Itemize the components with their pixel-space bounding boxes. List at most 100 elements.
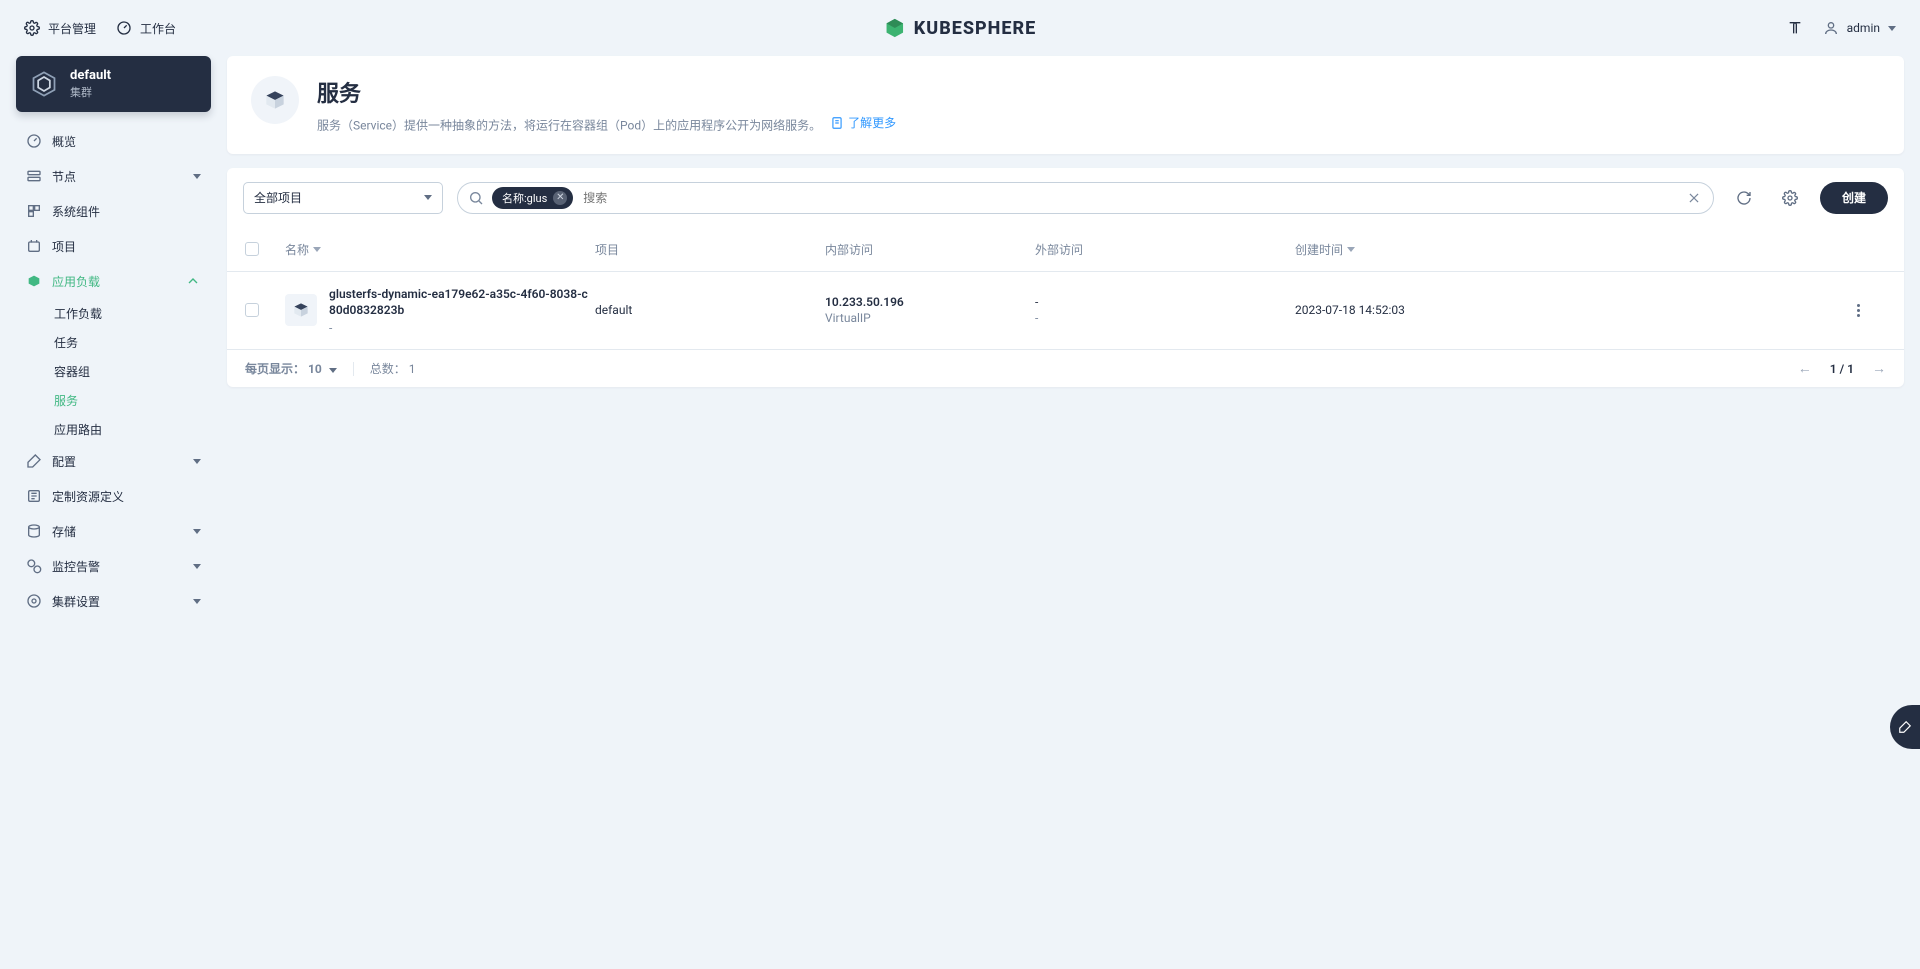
row-ip: 10.233.50.196: [825, 295, 1035, 309]
th-internal-label: 内部访问: [825, 241, 873, 258]
th-created[interactable]: 创建时间: [1295, 241, 1846, 258]
cluster-card[interactable]: default 集群: [16, 56, 211, 112]
nav-workloads[interactable]: 应用负载: [16, 264, 211, 299]
user-menu[interactable]: admin: [1823, 20, 1896, 36]
nav-components-label: 系统组件: [52, 203, 100, 220]
remove-chip-button[interactable]: ✕: [553, 191, 567, 205]
nav-sub-deployments[interactable]: 工作负载: [44, 299, 211, 328]
table-row[interactable]: glusterfs-dynamic-ea179e62-a35c-4f60-803…: [227, 272, 1904, 351]
total-count: 总数： 1: [370, 360, 416, 377]
config-icon: [26, 453, 42, 469]
refresh-icon: [1736, 190, 1752, 206]
pencil-icon: [1898, 720, 1912, 734]
kubesphere-logo-icon: [884, 17, 906, 39]
row-checkbox[interactable]: [245, 303, 259, 317]
settings-icon: [26, 593, 42, 609]
platform-management-label: 平台管理: [48, 20, 96, 37]
monitoring-icon: [26, 558, 42, 574]
row-external1: -: [1035, 295, 1295, 309]
nav-sub-services[interactable]: 服务: [44, 386, 211, 415]
divider: [353, 362, 354, 376]
gear-icon: [1782, 190, 1798, 206]
floating-edit-button[interactable]: [1890, 705, 1920, 749]
project-select-label: 全部项目: [254, 189, 302, 206]
prev-page-button[interactable]: ←: [1798, 360, 1812, 377]
clear-search-button[interactable]: [1685, 189, 1703, 207]
select-all-checkbox[interactable]: [245, 242, 259, 256]
th-created-label: 创建时间: [1295, 241, 1343, 258]
docs-button[interactable]: [1787, 20, 1803, 36]
total-label: 总数：: [370, 362, 406, 376]
table-card: 全部项目 名称:glus ✕: [227, 168, 1904, 388]
search-chip-label: 名称:glus: [502, 190, 547, 206]
per-page-value: 10: [308, 362, 322, 376]
th-name[interactable]: 名称: [285, 241, 595, 258]
sidebar-nav: 概览 节点 系统组件 项目 应用负载 工作负载 任务: [16, 124, 211, 619]
nav-storage[interactable]: 存储: [16, 514, 211, 549]
total-value: 1: [409, 362, 416, 376]
user-icon: [1823, 20, 1839, 36]
nav-sub-jobs[interactable]: 任务: [44, 328, 211, 357]
row-actions-button[interactable]: [1846, 298, 1870, 322]
search-input[interactable]: [581, 190, 1673, 206]
nav-config-label: 配置: [52, 453, 76, 470]
nav-config[interactable]: 配置: [16, 444, 211, 479]
platform-management-link[interactable]: 平台管理: [24, 20, 96, 37]
nav-crd-label: 定制资源定义: [52, 488, 124, 505]
page-description-text: 服务（Service）提供一种抽象的方法，将运行在容器组（Pod）上的应用程序公…: [317, 119, 821, 133]
search-box[interactable]: 名称:glus ✕: [457, 182, 1714, 214]
workbench-label: 工作台: [140, 20, 176, 37]
settings-columns-button[interactable]: [1774, 182, 1806, 214]
storage-icon: [26, 523, 42, 539]
nav-cluster-settings-label: 集群设置: [52, 593, 100, 610]
refresh-button[interactable]: [1728, 182, 1760, 214]
learn-more-label: 了解更多: [848, 114, 896, 131]
nav-sub-routes[interactable]: 应用路由: [44, 415, 211, 444]
dashboard-icon: [116, 20, 132, 36]
th-project-label: 项目: [595, 241, 619, 258]
nav-monitoring[interactable]: 监控告警: [16, 549, 211, 584]
project-select[interactable]: 全部项目: [243, 182, 443, 214]
sort-icon: [1347, 247, 1355, 252]
chevron-down-icon: [329, 368, 337, 373]
th-external: 外部访问: [1035, 241, 1295, 258]
close-icon: [1687, 191, 1701, 205]
nav-monitoring-label: 监控告警: [52, 558, 100, 575]
workbench-link[interactable]: 工作台: [116, 20, 176, 37]
search-chip: 名称:glus ✕: [492, 187, 573, 209]
book-icon: [1787, 20, 1803, 36]
cluster-icon: [30, 70, 58, 98]
gear-icon: [24, 20, 40, 36]
service-icon: [262, 87, 288, 113]
chevron-down-icon: [193, 599, 201, 604]
th-project: 项目: [595, 241, 825, 258]
nav-overview-label: 概览: [52, 133, 76, 150]
next-page-button[interactable]: →: [1872, 360, 1886, 377]
chevron-up-icon: [185, 273, 201, 289]
overview-icon: [26, 133, 42, 149]
nav-nodes[interactable]: 节点: [16, 159, 211, 194]
per-page[interactable]: 每页显示： 10: [245, 360, 337, 377]
table-footer: 每页显示： 10 总数： 1 ← 1 / 1 →: [227, 350, 1904, 387]
workloads-icon: [26, 273, 42, 289]
projects-icon: [26, 238, 42, 254]
brand-text: KUBESPHERE: [914, 18, 1036, 39]
nav-overview[interactable]: 概览: [16, 124, 211, 159]
learn-more-link[interactable]: 了解更多: [830, 114, 896, 131]
create-button[interactable]: 创建: [1820, 182, 1888, 214]
nodes-icon: [26, 168, 42, 184]
per-page-label: 每页显示：: [245, 362, 305, 376]
nav-components[interactable]: 系统组件: [16, 194, 211, 229]
row-created: 2023-07-18 14:52:03: [1295, 303, 1846, 317]
th-internal: 内部访问: [825, 241, 1035, 258]
row-sub: -: [329, 321, 589, 335]
topbar: 平台管理 工作台 KUBESPHERE admin: [0, 0, 1920, 56]
sidebar: default 集群 概览 节点 系统组件 项目: [16, 56, 211, 619]
nav-sub-pods[interactable]: 容器组: [44, 357, 211, 386]
topbar-left: 平台管理 工作台: [24, 20, 176, 37]
nav-projects[interactable]: 项目: [16, 229, 211, 264]
chevron-down-icon: [193, 459, 201, 464]
th-external-label: 外部访问: [1035, 241, 1083, 258]
nav-crd[interactable]: 定制资源定义: [16, 479, 211, 514]
nav-cluster-settings[interactable]: 集群设置: [16, 584, 211, 619]
